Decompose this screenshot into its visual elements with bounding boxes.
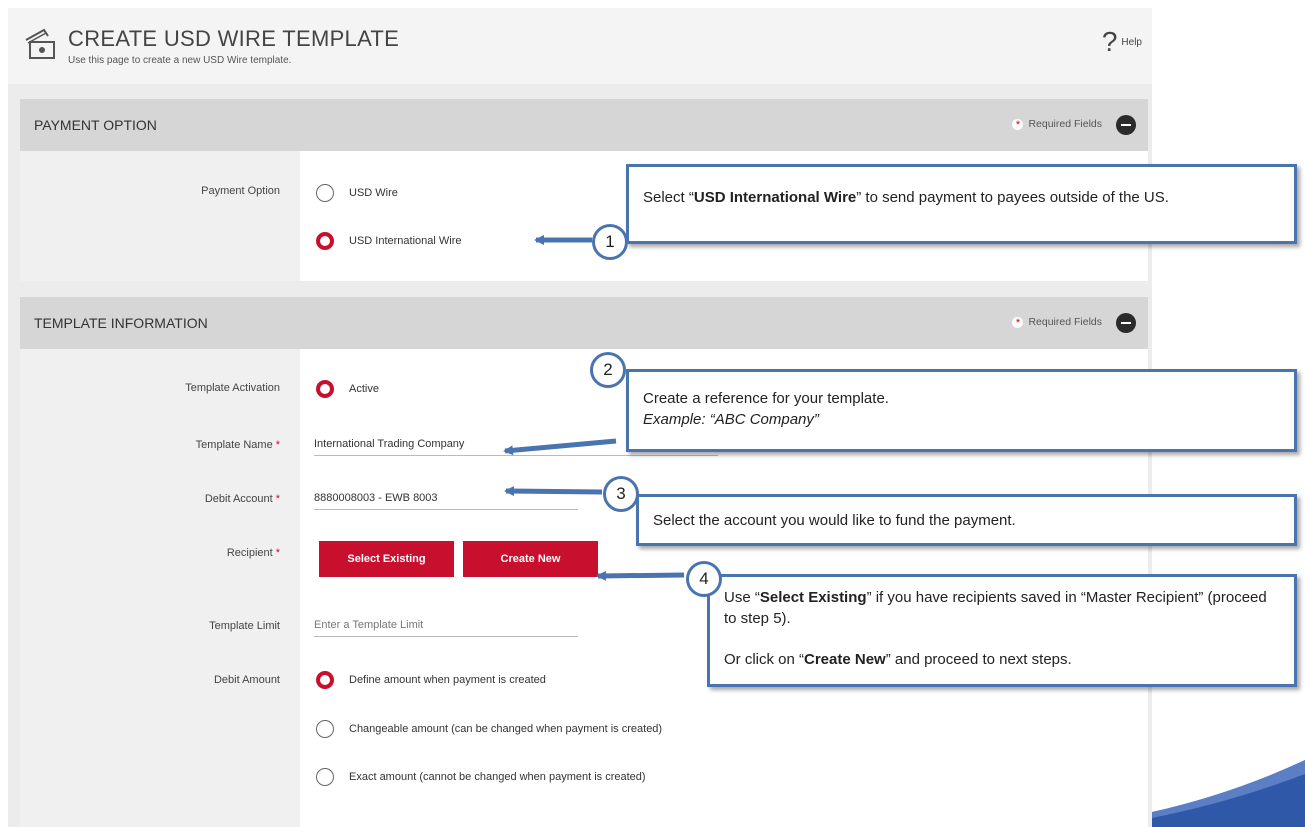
callout-4-badge: 4 bbox=[686, 561, 722, 597]
callout-2-line-2: Example: “ABC Company” bbox=[643, 411, 819, 428]
callout-1-badge: 1 bbox=[592, 224, 628, 260]
callout-1: Select “USD International Wire” to send … bbox=[626, 164, 1297, 244]
callout-4: Use “Select Existing” if you have recipi… bbox=[707, 574, 1297, 687]
callout-2: Create a reference for your template. Ex… bbox=[626, 369, 1297, 452]
callout-2-line-1: Create a reference for your template. bbox=[643, 390, 889, 407]
callout-3: Select the account you would like to fun… bbox=[636, 494, 1297, 546]
callout-3-badge: 3 bbox=[603, 476, 639, 512]
callout-2-badge: 2 bbox=[590, 352, 626, 388]
